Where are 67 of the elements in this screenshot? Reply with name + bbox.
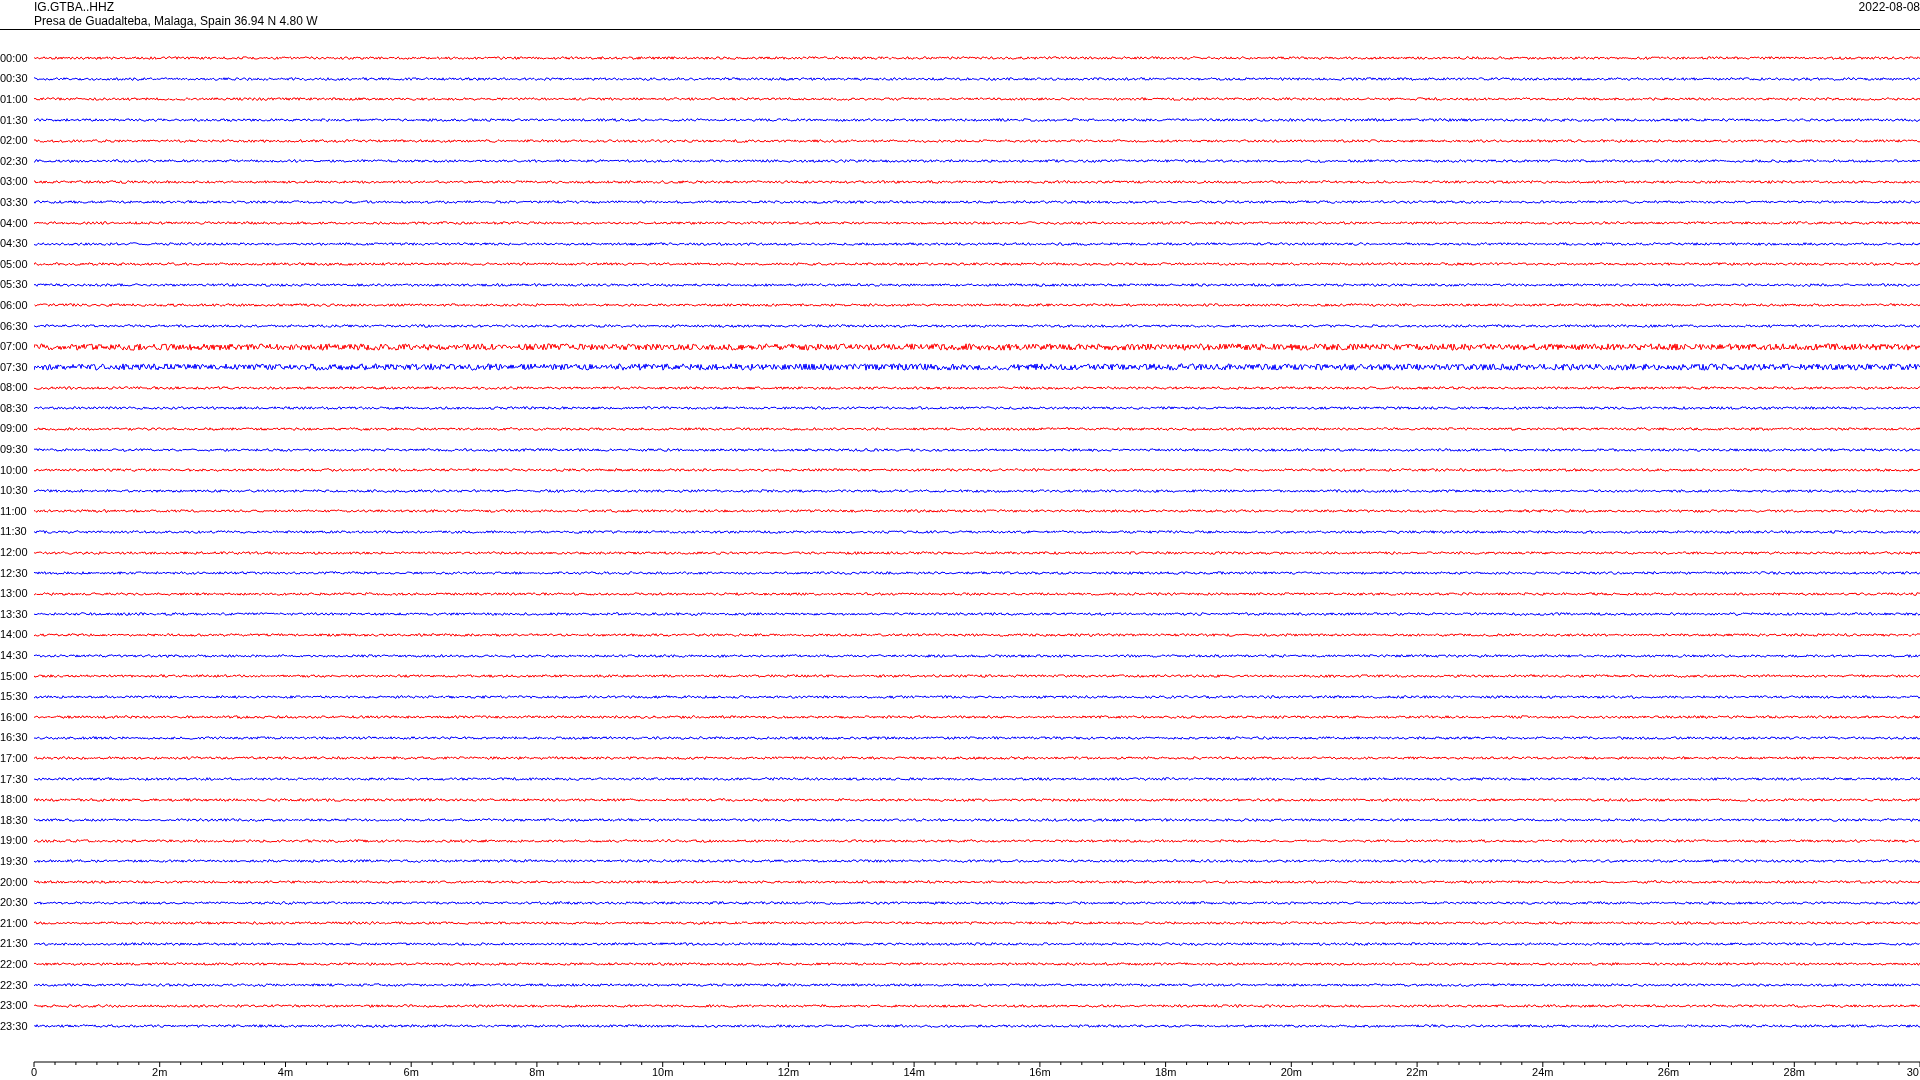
time-label: 02:30 (0, 154, 29, 168)
time-label: 04:00 (0, 216, 29, 230)
axis-label: 10m (651, 1065, 674, 1078)
axis-label: 18m (1154, 1065, 1177, 1078)
time-label: 09:30 (0, 443, 29, 457)
time-label: 17:30 (0, 772, 29, 786)
axis-label: 8m (529, 1065, 545, 1078)
time-label: 07:30 (0, 360, 29, 374)
time-label: 13:30 (0, 607, 29, 621)
axis-label: 16m (1029, 1065, 1051, 1078)
time-label: 19:30 (0, 854, 29, 868)
time-label: 20:00 (0, 875, 29, 889)
time-label: 20:30 (0, 896, 29, 910)
time-label: 16:30 (0, 731, 29, 745)
time-label: 19:00 (0, 834, 29, 848)
time-label: 13:00 (0, 587, 29, 601)
axis-label: 28m (1783, 1065, 1805, 1078)
time-label: 07:00 (0, 340, 29, 354)
station-code: IG.GTBA..HHZ (34, 0, 115, 14)
record-date: 2022-08-08 (1858, 0, 1920, 14)
axis-label: 30 (1906, 1065, 1919, 1078)
time-label: 21:30 (0, 937, 29, 951)
axis-label: 4m (277, 1065, 294, 1078)
time-label: 05:30 (0, 278, 29, 292)
time-label: 06:00 (0, 298, 29, 312)
time-label: 11:30 (0, 525, 28, 539)
time-label: 10:30 (0, 484, 29, 498)
time-label: 03:00 (0, 175, 29, 189)
time-label: 02:00 (0, 134, 29, 148)
time-label: 01:30 (0, 113, 29, 127)
axis-label: 14m (903, 1065, 925, 1078)
time-label: 06:30 (0, 319, 29, 333)
time-label: 16:00 (0, 710, 29, 724)
time-label: 14:30 (0, 649, 29, 662)
time-label: 00:30 (0, 72, 29, 86)
axis-label: 6m (403, 1065, 419, 1078)
time-label: 15:00 (0, 669, 29, 683)
time-label: 01:00 (0, 93, 29, 106)
time-label: 09:00 (0, 422, 29, 436)
time-label: 15:30 (0, 690, 29, 704)
axis-label: 12m (777, 1065, 800, 1078)
time-label: 10:00 (0, 463, 29, 477)
time-label: 03:30 (0, 195, 29, 209)
axis-label: 24m (1532, 1065, 1554, 1078)
time-label: 22:00 (0, 957, 29, 971)
station-location: Presa de Guadalteba, Malaga, Spain 36.94 N 4.80 W (34, 14, 318, 28)
time-label: 08:00 (0, 381, 29, 395)
axis-label: 26m (1657, 1065, 1680, 1078)
time-label: 14:00 (0, 628, 29, 642)
time-label: 00:00 (0, 51, 29, 65)
time-label: 11:00 (0, 504, 28, 518)
time-label: 23:30 (0, 1019, 29, 1033)
axis-label: 20m (1280, 1065, 1303, 1078)
time-label: 18:00 (0, 793, 29, 807)
axis-label: 0 (30, 1065, 38, 1078)
time-label: 05:00 (0, 257, 29, 271)
time-label: 08:30 (0, 401, 29, 415)
time-label: 18:30 (0, 813, 29, 827)
time-label: 21:00 (0, 916, 29, 930)
time-label: 12:00 (0, 546, 29, 560)
time-label: 17:00 (0, 752, 29, 765)
time-label: 22:30 (0, 978, 29, 992)
axis-label: 22m (1406, 1065, 1428, 1078)
axis-label: 2m (152, 1065, 168, 1078)
time-label: 23:00 (0, 999, 29, 1013)
time-label: 12:30 (0, 566, 29, 580)
time-label: 04:30 (0, 237, 29, 251)
